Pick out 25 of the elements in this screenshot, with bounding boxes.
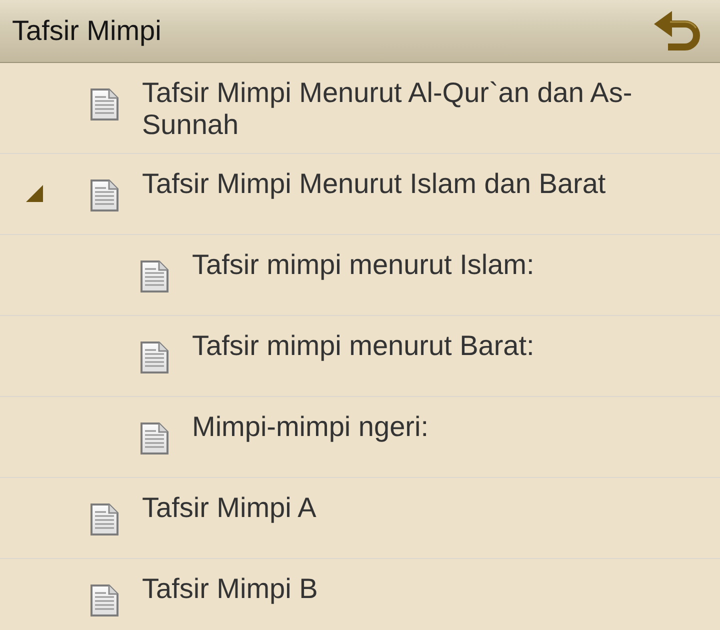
- item-label: Tafsir Mimpi Menurut Al-Qur`an dan As-Sunnah: [142, 77, 634, 141]
- document-icon: [90, 584, 119, 617]
- list-item[interactable]: Tafsir Mimpi B: [0, 559, 720, 630]
- document-icon: [140, 422, 169, 455]
- list-item[interactable]: Tafsir mimpi menurut Barat:: [0, 316, 720, 397]
- item-label: Tafsir Mimpi A: [142, 492, 318, 524]
- screen-title: Tafsir Mimpi: [12, 14, 162, 48]
- document-icon: [140, 260, 169, 293]
- list-item[interactable]: Tafsir mimpi menurut Islam:: [0, 235, 720, 316]
- expanded-triangle-icon[interactable]: [26, 185, 43, 202]
- back-button[interactable]: [654, 11, 700, 51]
- list-item[interactable]: Tafsir Mimpi Menurut Al-Qur`an dan As-Sunnah: [0, 63, 720, 154]
- document-icon: [90, 503, 119, 536]
- document-icon: [90, 179, 119, 212]
- item-label: Tafsir mimpi menurut Barat:: [192, 330, 536, 362]
- u-turn-arrow-icon: [654, 11, 700, 51]
- item-label: Tafsir mimpi menurut Islam:: [192, 249, 536, 281]
- item-label: Tafsir Mimpi B: [142, 573, 319, 605]
- item-label: Tafsir Mimpi Menurut Islam dan Barat: [142, 168, 607, 200]
- list-item[interactable]: Tafsir Mimpi A: [0, 478, 720, 559]
- list-item[interactable]: Mimpi-mimpi ngeri:: [0, 397, 720, 478]
- document-icon: [140, 341, 169, 374]
- document-icon: [90, 88, 119, 121]
- list-item[interactable]: Tafsir Mimpi Menurut Islam dan Barat: [0, 154, 720, 235]
- item-label: Mimpi-mimpi ngeri:: [192, 411, 430, 443]
